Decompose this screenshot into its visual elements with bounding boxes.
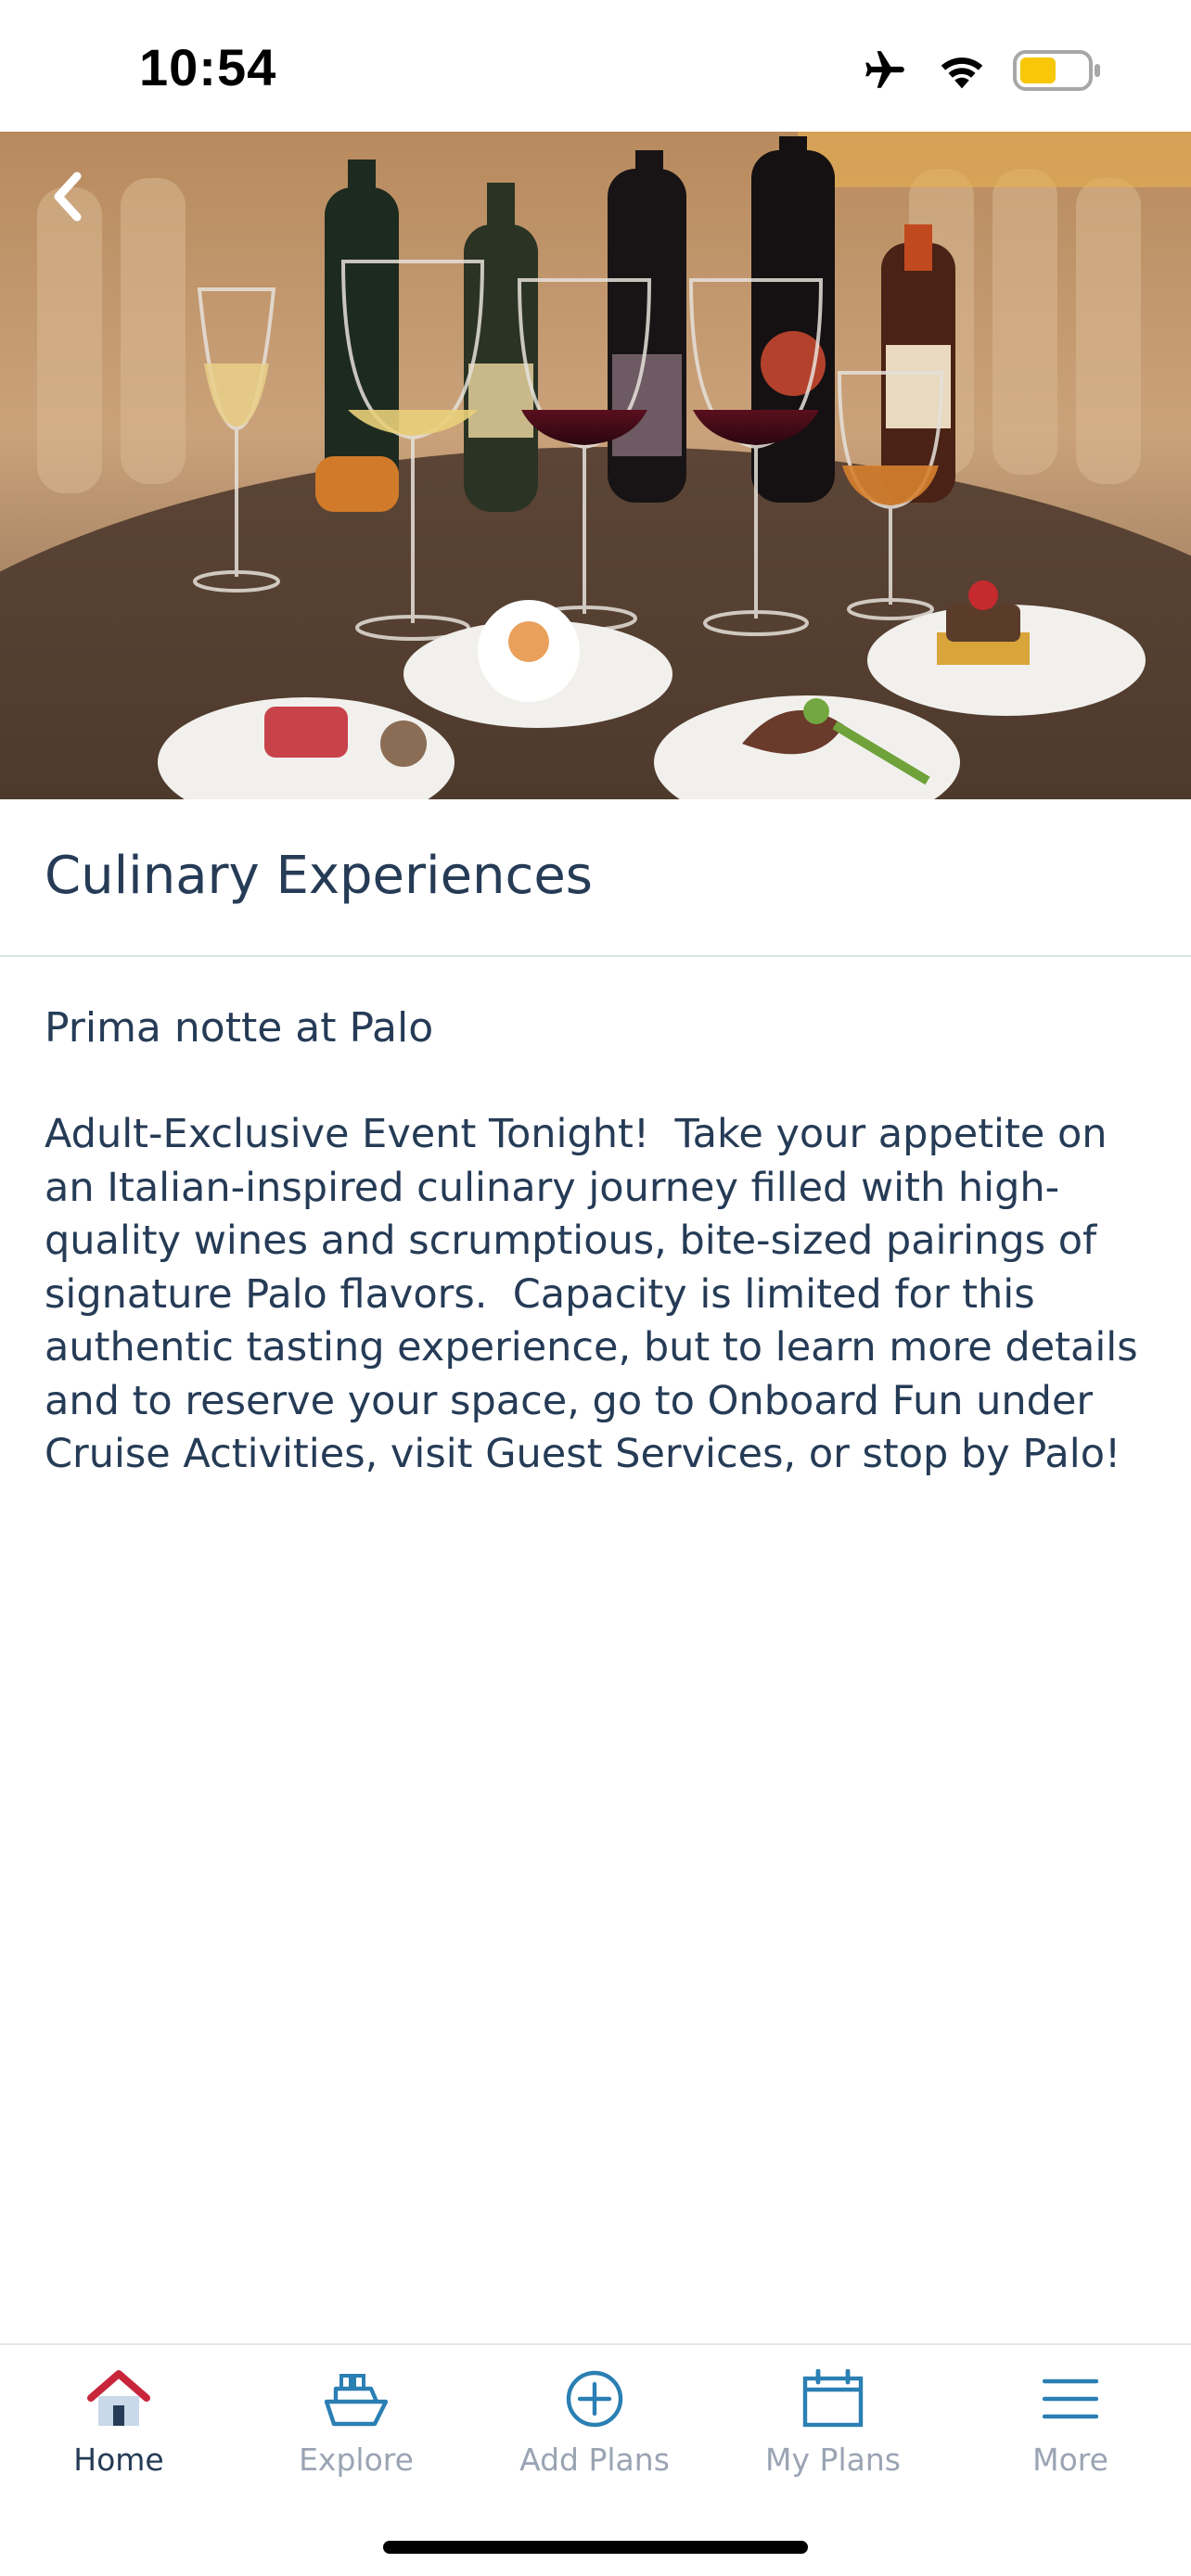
tab-label: More [1032,2442,1108,2478]
ship-icon [323,2366,390,2432]
content-section: Prima notte at Palo Adult-Exclusive Even… [45,1001,1148,1482]
battery-icon [1013,49,1102,92]
status-time: 10:54 [139,38,277,96]
tab-bar: Home Explore Add Plans My Plans More [0,2343,1191,2576]
tab-home[interactable]: Home [0,2345,237,2503]
tab-more[interactable]: More [952,2345,1189,2503]
tab-label: Explore [299,2442,414,2478]
home-indicator [383,2541,808,2554]
event-subtitle: Prima notte at Palo [45,1004,434,1052]
airplane-mode-icon [859,47,911,94]
tab-add-plans[interactable]: Add Plans [476,2345,713,2503]
back-chevron-icon [49,171,86,226]
tab-label: Home [73,2442,164,2478]
page-title: Culinary Experiences [45,846,593,906]
menu-icon [1043,2366,1098,2432]
tab-explore[interactable]: Explore [237,2345,475,2503]
home-icon [85,2366,152,2432]
hero-image [0,132,1191,799]
calendar-icon [801,2366,864,2432]
title-section: Culinary Experiences [0,799,1191,957]
tab-label: My Plans [765,2442,901,2478]
add-circle-icon [565,2366,624,2432]
tab-label: Add Plans [519,2442,670,2478]
tab-my-plans[interactable]: My Plans [714,2345,952,2503]
wifi-icon [935,50,989,91]
status-bar: 10:54 [0,0,1191,132]
event-description: Adult-Exclusive Event Tonight! Take your… [45,1111,1151,1477]
back-button[interactable] [35,163,100,234]
status-icons [859,45,1102,96]
